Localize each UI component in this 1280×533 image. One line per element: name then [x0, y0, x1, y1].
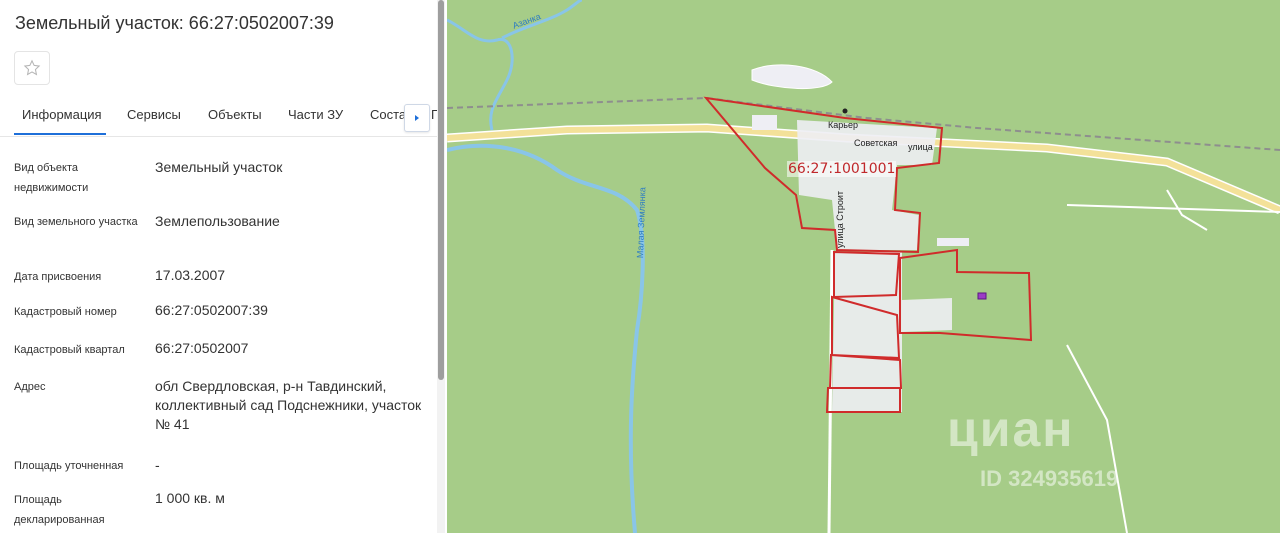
panel-scrollbar-thumb[interactable]	[438, 0, 444, 380]
map-view[interactable]: Карьер Советская улица улица Строит Мала…	[447, 0, 1280, 533]
row-value-date: 17.03.2007	[155, 267, 226, 283]
row-label-cadastral-quarter: Кадастровый квартал	[14, 344, 125, 356]
row-label-address: Адрес	[14, 381, 46, 393]
parcel-marker	[977, 292, 987, 300]
row-label-cadastral-number: Кадастровый номер	[14, 306, 117, 318]
label-stroiteley: улица Строит	[835, 190, 845, 248]
south-road	[827, 249, 834, 533]
row-value-parcel-type: Землепользование	[155, 213, 280, 229]
row-value-area-declared: 1 000 кв. м	[155, 490, 225, 506]
page-title: Земельный участок: 66:27:0502007:39	[15, 13, 334, 33]
tab-services[interactable]: Сервисы	[127, 107, 181, 122]
cadastral-quarter-label: 66:27:1001001	[787, 161, 897, 177]
ne-road	[1066, 204, 1280, 213]
row-value-area-precise: -	[155, 457, 160, 473]
quarry	[751, 64, 833, 89]
active-tab-indicator	[14, 133, 106, 135]
label-ulitsa: улица	[908, 142, 933, 152]
building-1	[752, 115, 777, 130]
watermark: циан ID 324935619	[947, 400, 1118, 491]
river-malaya	[447, 143, 645, 533]
row-label-area-declared: Площадь декларированная	[14, 494, 105, 526]
label-sovetskaya: Советская	[854, 138, 898, 148]
row-label-parcel-type: Вид земельного участка	[14, 216, 138, 228]
row-label-date: Дата присвоения	[14, 271, 102, 283]
tab-bar: Информация Сервисы Объекты Части ЗУ Сост…	[0, 100, 440, 137]
row-label-object-type: Вид объекта недвижимости	[14, 162, 89, 194]
row-value-object-type: Земельный участок	[155, 159, 283, 175]
row-value-cadastral-quarter: 66:27:0502007	[155, 340, 249, 356]
chevron-right-icon	[415, 115, 419, 121]
east-track	[1066, 344, 1128, 533]
row-label-area-precise: Площадь уточненная	[14, 460, 124, 472]
star-icon	[23, 59, 41, 76]
watermark-logo: циан	[947, 401, 1075, 457]
tabs-next-button[interactable]	[404, 104, 430, 132]
tab-information[interactable]: Информация	[22, 107, 102, 122]
tab-composition[interactable]: Соста	[370, 107, 406, 122]
point-marker	[842, 108, 848, 114]
row-value-address: обл Свердловская, р-н Тавдинский, коллек…	[155, 378, 422, 432]
watermark-id: ID 324935619	[980, 466, 1119, 491]
tab-objects[interactable]: Объекты	[208, 107, 262, 122]
row-value-cadastral-number: 66:27:0502007:39	[155, 302, 268, 318]
tab-parts[interactable]: Части ЗУ	[288, 107, 343, 122]
info-panel: Земельный участок: 66:27:0502007:39 Инфо…	[0, 0, 445, 533]
label-karer: Карьер	[828, 120, 858, 130]
building-2	[937, 238, 969, 246]
favorite-button[interactable]	[14, 51, 50, 85]
map-canvas	[447, 0, 1280, 533]
